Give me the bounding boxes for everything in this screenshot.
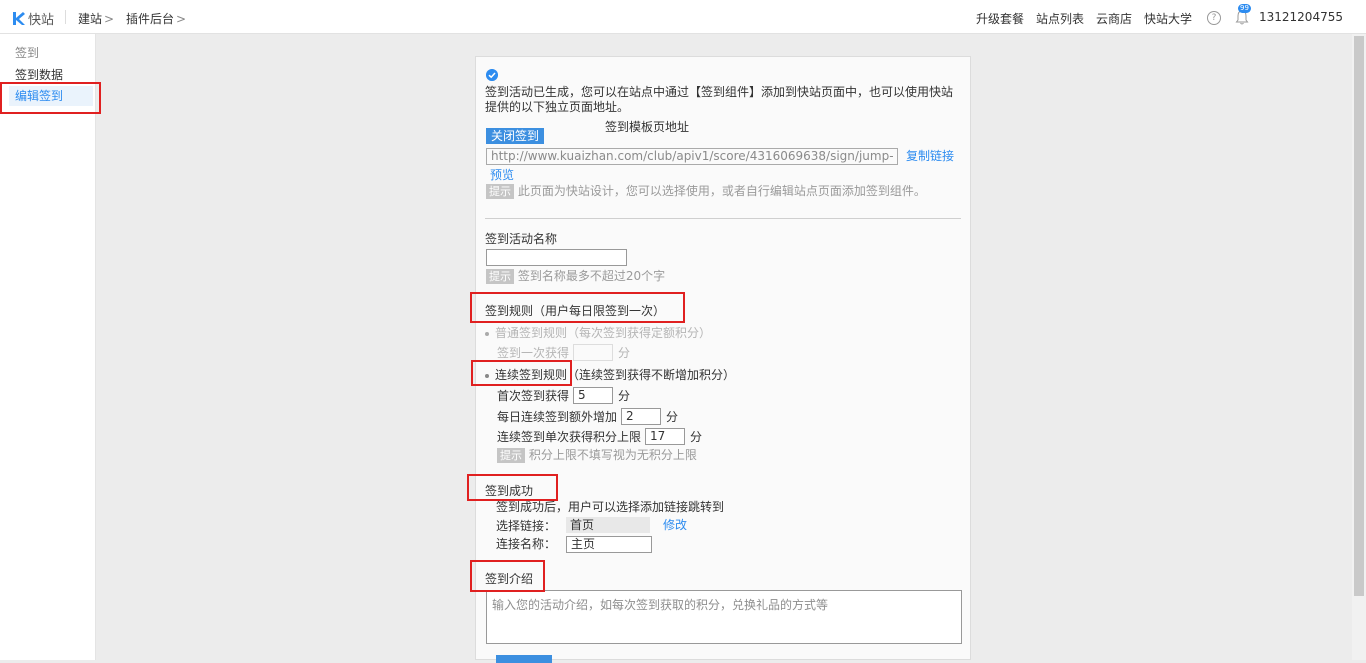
activity-name-label: 签到活动名称 xyxy=(485,232,558,246)
copy-link-button[interactable]: 复制链接 xyxy=(906,147,954,164)
breadcrumb-site[interactable]: 建站 > xyxy=(78,10,114,27)
normal-once-input[interactable] xyxy=(573,344,613,361)
nav-cloud-store[interactable]: 云商店 xyxy=(1096,10,1132,27)
tip-text: 此页面为快站设计，您可以选择使用，或者自行编辑站点页面添加签到组件。 xyxy=(517,184,926,198)
normal-once-label: 签到一次获得 xyxy=(497,346,570,360)
section-divider xyxy=(485,218,961,219)
max-hint-row: 提示 积分上限不填写视为无积分上限 xyxy=(497,446,697,463)
template-url-field[interactable]: http://www.kuaizhan.com/club/apiv1/score… xyxy=(486,148,898,165)
daily-extra-input[interactable]: 2 xyxy=(621,408,661,425)
first-checkin-input[interactable]: 5 xyxy=(573,387,613,404)
page-scrollbar[interactable] xyxy=(1352,34,1366,660)
sidebar-item-checkin-data[interactable]: 签到数据 xyxy=(0,65,96,85)
max-points-input[interactable]: 17 xyxy=(645,428,685,445)
close-checkin-button[interactable]: 关闭签到 xyxy=(486,128,545,144)
unit-label: 分 xyxy=(618,389,631,403)
daily-extra-label: 每日连续签到额外增加 xyxy=(497,410,618,424)
kuaizhan-logo-icon xyxy=(13,12,25,25)
checkin-intro-textarea[interactable]: 输入您的活动介绍，如每次签到获取的积分，兑换礼品的方式等 xyxy=(486,590,962,644)
notification-badge: 99 xyxy=(1238,4,1251,13)
sidebar-item-checkin[interactable]: 签到 xyxy=(0,43,96,63)
checkin-intro-title: 签到介绍 xyxy=(485,572,534,586)
first-checkin-label: 首次签到获得 xyxy=(497,389,570,403)
preview-link[interactable]: 预览 xyxy=(490,166,514,183)
unit-label: 分 xyxy=(690,430,703,444)
checkin-rules-title: 签到规则（用户每日限签到一次） xyxy=(485,304,666,318)
nav-upgrade-plan[interactable]: 升级套餐 xyxy=(976,10,1024,27)
top-navigation-bar: 快站 建站 > 插件后台 > 升级套餐 站点列表 云商店 快站大学 ? 99 131… xyxy=(0,0,1366,34)
checkin-success-title: 签到成功 xyxy=(485,484,534,498)
sidebar-item-edit-checkin[interactable]: 编辑签到 xyxy=(9,86,93,106)
tip-row: 提示 此页面为快站设计，您可以选择使用，或者自行编辑站点页面添加签到组件。 xyxy=(486,182,926,199)
selected-link-value: 首页 xyxy=(566,517,650,533)
template-page-url-label: 签到模板页地址 xyxy=(605,120,690,134)
help-icon[interactable]: ? xyxy=(1207,11,1221,25)
sidebar: 签到 签到数据 编辑签到 xyxy=(0,34,96,660)
activity-name-input[interactable] xyxy=(486,249,627,266)
name-hint-text: 签到名称最多不超过20个字 xyxy=(517,269,666,283)
tip-tag: 提示 xyxy=(486,184,514,199)
unit-label: 分 xyxy=(618,346,631,360)
edit-checkin-panel: 签到活动已生成，您可以在站点中通过【签到组件】添加到快站页面中，也可以使用快站提… xyxy=(475,56,971,663)
breadcrumb-plugin-admin[interactable]: 插件后台 > xyxy=(126,10,186,27)
nav-site-list[interactable]: 站点列表 xyxy=(1036,10,1084,27)
unit-label: 分 xyxy=(666,410,679,424)
modify-link-button[interactable]: 修改 xyxy=(663,516,687,533)
normal-rule-option[interactable]: 普通签到规则（每次签到获得定额积分） xyxy=(485,324,711,341)
scrollbar-thumb[interactable] xyxy=(1354,36,1364,596)
max-hint-text: 积分上限不填写视为无积分上限 xyxy=(528,448,697,462)
activity-generated-notice: 签到活动已生成，您可以在站点中通过【签到组件】添加到快站页面中，也可以使用快站提… xyxy=(485,85,954,114)
user-account[interactable]: 13121204755 xyxy=(1259,10,1343,24)
tip-tag: 提示 xyxy=(497,448,525,463)
continuous-rule-desc: （连续签到获得不断增加积分） xyxy=(567,368,736,382)
select-link-label: 选择链接： xyxy=(496,519,557,533)
tip-tag: 提示 xyxy=(486,269,514,284)
link-name-input[interactable]: 主页 xyxy=(566,536,652,553)
max-points-label: 连续签到单次获得积分上限 xyxy=(497,430,642,444)
save-button[interactable] xyxy=(496,655,552,663)
chevron-right-icon: > xyxy=(176,12,187,26)
continuous-rule-label: 连续签到规则 xyxy=(495,368,568,382)
logo-text: 快站 xyxy=(28,13,55,28)
radio-icon xyxy=(485,331,489,336)
kuaizhan-logo[interactable]: 快站 xyxy=(12,9,54,28)
link-name-label: 连接名称： xyxy=(496,537,557,551)
radio-icon xyxy=(485,373,489,378)
success-check-icon xyxy=(486,69,498,81)
nav-kuaizhan-university[interactable]: 快站大学 xyxy=(1144,10,1192,27)
continuous-rule-option[interactable]: 连续签到规则（连续签到获得不断增加积分） xyxy=(485,366,735,383)
name-hint-row: 提示 签到名称最多不超过20个字 xyxy=(486,267,665,284)
success-description: 签到成功后，用户可以选择添加链接跳转到 xyxy=(496,500,725,514)
chevron-right-icon: > xyxy=(104,12,115,26)
divider xyxy=(65,10,66,24)
